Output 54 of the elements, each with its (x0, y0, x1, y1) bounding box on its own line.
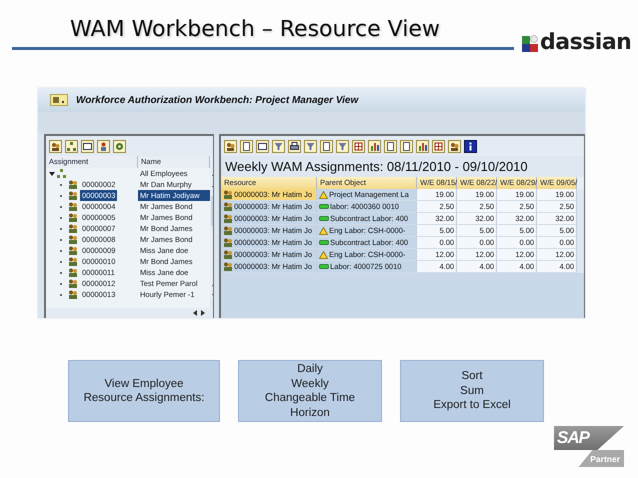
people-icon (68, 213, 78, 222)
printer-icon[interactable] (288, 140, 302, 152)
document-icon[interactable] (384, 140, 398, 152)
expand-caret-icon[interactable] (49, 170, 55, 176)
info-icon[interactable] (464, 140, 478, 152)
document-icon[interactable] (400, 140, 414, 152)
people-icon[interactable] (49, 140, 62, 152)
people-icon (223, 202, 234, 211)
people-icon (68, 202, 78, 211)
slide-title: WAM Workbench – Resource View (70, 17, 441, 42)
logo-label: Partner (590, 454, 620, 464)
window-icon[interactable] (81, 140, 94, 152)
people-icon (223, 226, 234, 235)
filter-icon[interactable] (272, 140, 286, 152)
people-icon (68, 257, 78, 266)
window-icon[interactable] (256, 140, 270, 152)
logo-mark-icon (522, 34, 538, 52)
document-icon[interactable] (320, 140, 334, 152)
people-icon (68, 224, 78, 233)
people-icon (68, 191, 78, 200)
people-icon (68, 246, 78, 255)
filter-icon[interactable] (336, 140, 350, 152)
callout-text: Daily Weekly Changeable Time Horizon (264, 362, 356, 420)
people-icon (68, 268, 78, 277)
filter-icon[interactable] (304, 140, 318, 152)
people-icon[interactable] (224, 140, 238, 152)
people-icon[interactable] (448, 140, 462, 152)
people-icon (68, 290, 78, 299)
scroll-left-icon[interactable] (193, 310, 198, 316)
people-icon (223, 190, 234, 199)
logo-text: dassian (540, 30, 632, 55)
scroll-right-icon[interactable] (201, 310, 206, 316)
chart-icon[interactable] (416, 140, 430, 152)
grid-icon[interactable] (432, 140, 446, 152)
people-icon (223, 238, 234, 247)
people-icon (223, 214, 234, 223)
people-icon (68, 180, 78, 189)
menu-icon[interactable] (50, 94, 68, 106)
people-icon (68, 279, 78, 288)
callout-text: Sort Sum Export to Excel (433, 369, 511, 413)
window-title: Workforce Authorization Workbench: Project Manager View (76, 94, 358, 106)
gear-icon[interactable] (113, 140, 126, 152)
callout-text: View Employee Resource Assignments: (84, 376, 204, 406)
person-icon[interactable] (97, 140, 110, 152)
people-icon (223, 250, 234, 259)
logo-brand: SAP (557, 428, 589, 448)
report-title: Weekly WAM Assignments: 08/11/2010 - 09/10/2010 (224, 158, 529, 176)
hierarchy-icon[interactable] (65, 140, 78, 152)
grid-icon[interactable] (352, 140, 366, 152)
chart-icon[interactable] (368, 140, 382, 152)
hierarchy-icon (57, 169, 66, 178)
document-icon[interactable] (240, 140, 254, 152)
people-icon (68, 235, 78, 244)
people-icon (223, 262, 234, 271)
